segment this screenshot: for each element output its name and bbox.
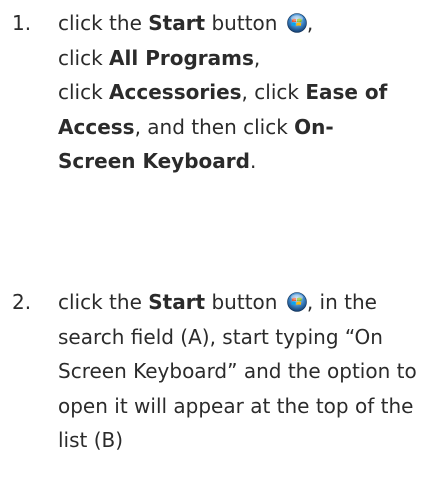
text-run: click [58,80,110,104]
windows-start-orb-icon [287,13,307,33]
instructions-page: 1. click the Start button , click All Pr… [0,0,445,498]
text-run: button [205,290,278,314]
text-run: search field (A), start typing “On Scree… [58,324,417,453]
bold-text: Access [58,114,135,139]
text-run: , click [241,80,306,104]
text-run: , in the [306,290,377,314]
bold-text: Accessories [109,80,242,104]
bold-text: Start [148,11,206,35]
step-text: click the Start button , click All Progr… [58,6,388,179]
bold-text: Ease of [305,80,388,104]
bold-text: Screen Keyboard [58,149,250,173]
text-run: click the [58,290,149,314]
text-run: click [58,45,110,70]
step-text: click the Start button , in the search f… [58,285,443,458]
text-run: , and then click [134,114,295,139]
text-run: button [205,11,278,35]
text-run: , [306,11,314,35]
windows-start-orb-icon [287,292,307,312]
text-run: . [249,149,257,173]
bold-text: All Programs [109,45,254,70]
text-run: , [253,45,261,70]
bold-text: Start [148,290,206,314]
bold-text: On- [294,114,334,139]
step-number: 2. [12,290,32,314]
step-number: 1. [12,11,32,35]
text-run: click the [58,11,149,35]
